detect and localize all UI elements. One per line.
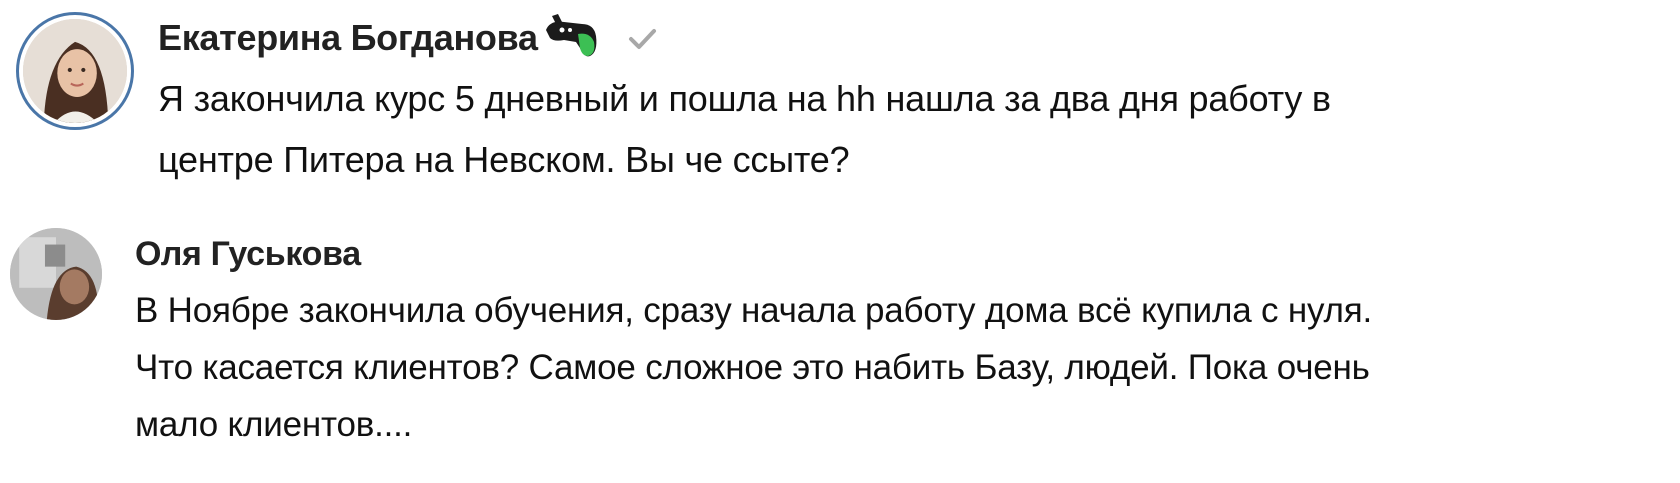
comment-body: Оля Гуськова В Ноябре закончила обучения… bbox=[135, 228, 1670, 453]
avatar[interactable] bbox=[10, 228, 102, 320]
comment-text-line: центре Питера на Невском. Вы че ссыте? bbox=[158, 139, 850, 180]
gamepad-icon bbox=[542, 12, 600, 64]
comment-body: Екатерина Богданова Я закончила курс 5 д… bbox=[158, 8, 1660, 190]
comment-text-line: мало клиентов.... bbox=[135, 405, 413, 444]
comment-text: Я закончила курс 5 дневный и пошла на hh… bbox=[158, 68, 1660, 190]
author-name[interactable]: Екатерина Богданова bbox=[158, 17, 538, 59]
verified-icon bbox=[624, 20, 660, 56]
avatar-photo bbox=[23, 19, 127, 123]
avatar[interactable] bbox=[16, 12, 134, 130]
avatar-image bbox=[10, 228, 102, 320]
author-name[interactable]: Оля Гуськова bbox=[135, 228, 1670, 280]
comment-text-line: В Ноябре закончила обучения, сразу начал… bbox=[135, 291, 1373, 330]
comment-text: В Ноябре закончила обучения, сразу начал… bbox=[135, 282, 1670, 453]
comment-text-line: Я закончила курс 5 дневный и пошла на hh… bbox=[158, 78, 1331, 119]
avatar-image bbox=[23, 19, 127, 123]
comment-text-line: Что касается клиентов? Самое сложное это… bbox=[135, 348, 1370, 387]
author-row: Екатерина Богданова bbox=[158, 8, 1660, 68]
